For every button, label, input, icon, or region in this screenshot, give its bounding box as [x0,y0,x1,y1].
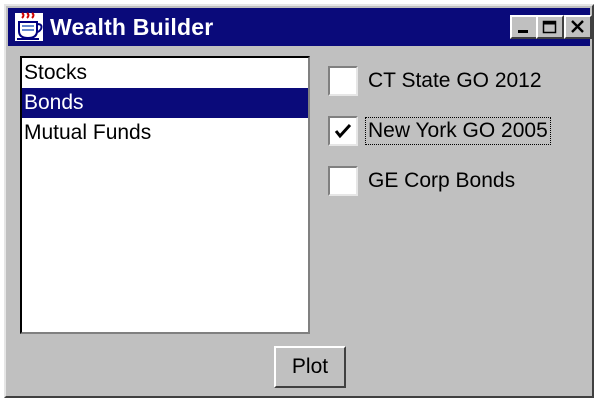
title-bar[interactable]: Wealth Builder [8,8,592,46]
plot-button[interactable]: Plot [274,346,346,388]
checkbox-label[interactable]: CT State GO 2012 [366,68,544,94]
checkbox-box[interactable] [328,116,358,146]
minimize-button[interactable] [510,15,538,39]
checkbox-new-york-go-2005[interactable]: New York GO 2005 [328,114,551,148]
checkbox-label[interactable]: New York GO 2005 [365,117,551,145]
java-coffee-cup-icon[interactable] [14,12,44,42]
minimize-icon [518,30,528,33]
checkbox-box[interactable] [328,166,358,196]
window-title: Wealth Builder [50,13,214,40]
checkbox-box[interactable] [328,66,358,96]
list-item-bonds[interactable]: Bonds [22,88,308,118]
checkbox-ge-corp-bonds[interactable]: GE Corp Bonds [328,164,517,198]
list-item-mutual-funds[interactable]: Mutual Funds [22,118,308,148]
maximize-icon [542,20,557,34]
checkmark-icon [334,123,352,139]
close-icon [571,20,584,33]
investment-type-list[interactable]: Stocks Bonds Mutual Funds [20,56,310,334]
checkbox-label[interactable]: GE Corp Bonds [366,168,517,194]
app-window: Wealth Builder Stocks Bonds Mutual Funds… [4,4,594,398]
list-item-stocks[interactable]: Stocks [22,58,308,88]
maximize-button[interactable] [536,15,564,39]
close-button[interactable] [564,15,592,39]
checkbox-ct-state-go-2012[interactable]: CT State GO 2012 [328,64,544,98]
